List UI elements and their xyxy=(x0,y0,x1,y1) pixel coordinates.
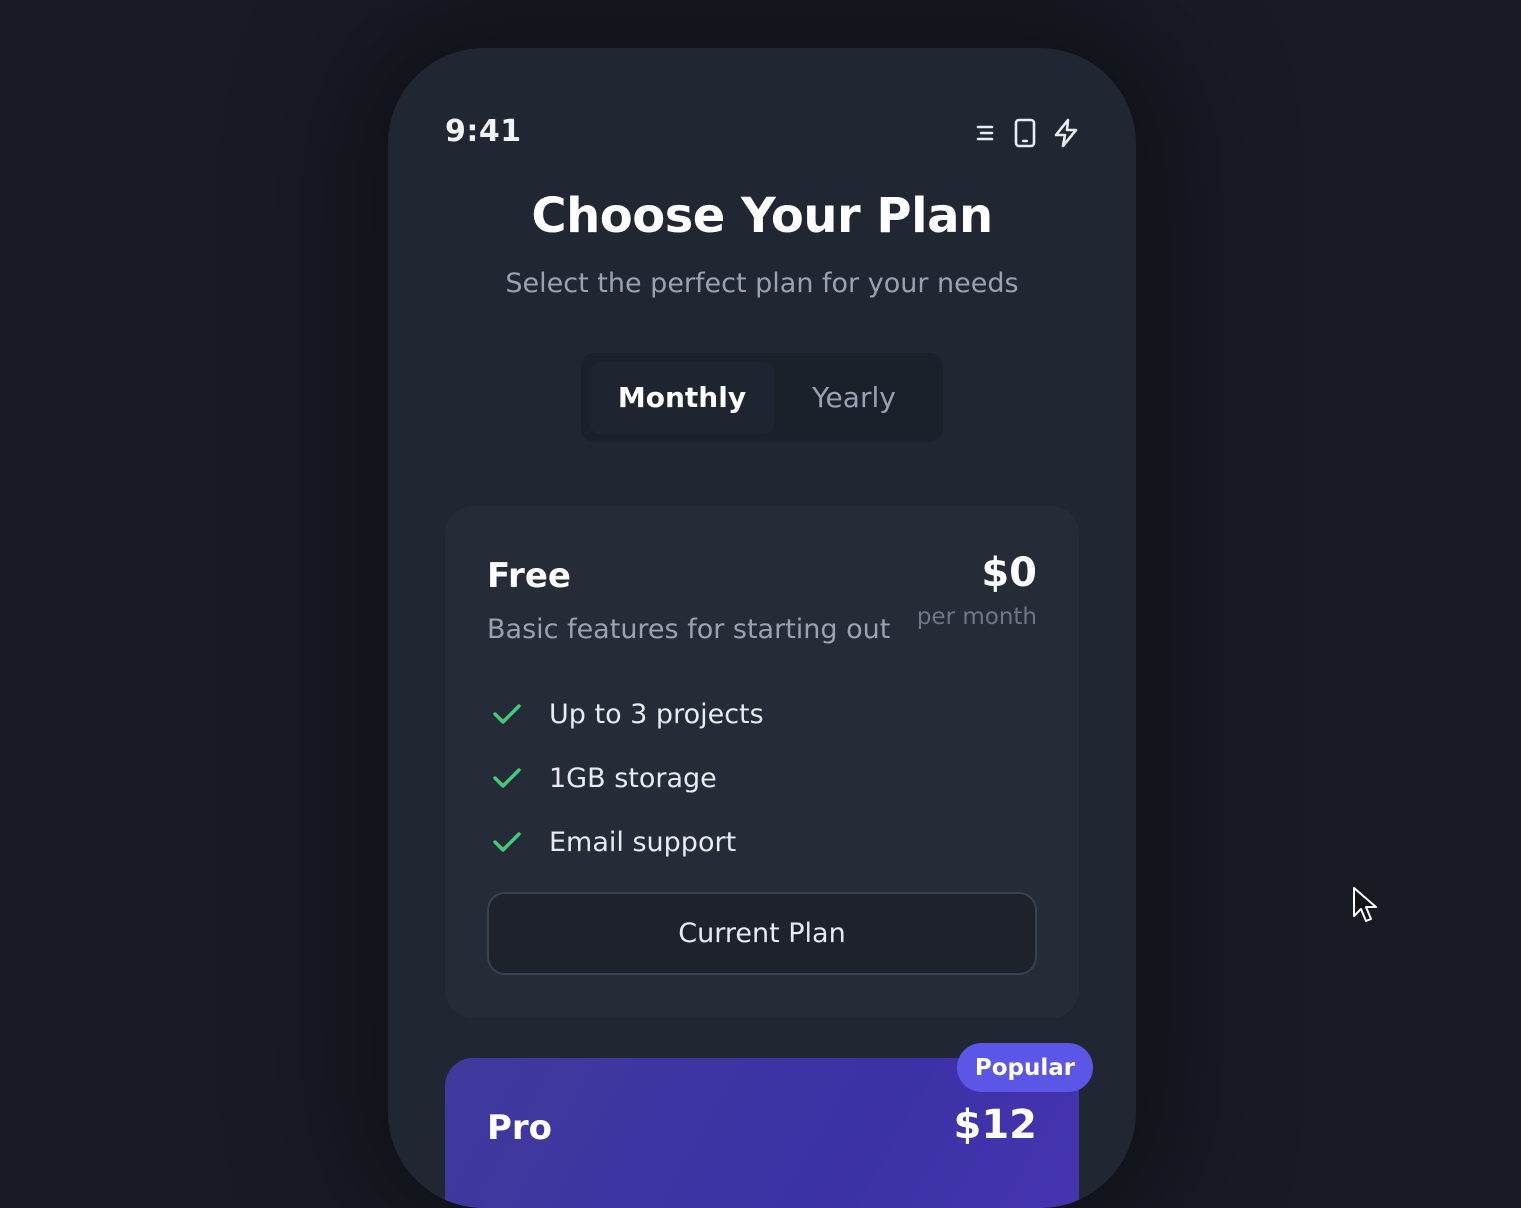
phone-frame: 9:41 Choose Your Plan Select the perfect… xyxy=(388,48,1136,1208)
check-icon xyxy=(487,758,527,798)
check-icon xyxy=(487,822,527,862)
phone-icon xyxy=(1012,118,1038,148)
list-item: Up to 3 projects xyxy=(487,682,764,746)
toggle-monthly[interactable]: Monthly xyxy=(589,361,775,434)
toggle-yearly[interactable]: Yearly xyxy=(775,362,933,434)
list-item: 1GB storage xyxy=(487,746,764,810)
feature-label: Up to 3 projects xyxy=(549,698,764,730)
feature-list: Up to 3 projects 1GB storage Email suppo… xyxy=(487,682,764,874)
mouse-cursor-icon xyxy=(1352,886,1378,928)
feature-label: Email support xyxy=(549,826,737,858)
current-plan-button[interactable]: Current Plan xyxy=(487,892,1037,975)
status-time: 9:41 xyxy=(445,114,522,149)
lightning-icon xyxy=(1052,118,1080,148)
plan-card-free: Free Basic features for starting out $0 … xyxy=(445,506,1079,1018)
plan-period: per month xyxy=(916,604,1037,630)
list-item: Email support xyxy=(487,810,764,874)
check-icon xyxy=(487,694,527,734)
status-icons xyxy=(972,118,1080,148)
page-title: Choose Your Plan xyxy=(531,188,993,244)
plan-name: Pro xyxy=(487,1108,553,1148)
page-subtitle: Select the perfect plan for your needs xyxy=(505,268,1019,299)
plan-price: $12 xyxy=(953,1102,1038,1148)
plan-description: Basic features for starting out xyxy=(487,614,891,645)
plan-name: Free xyxy=(487,556,571,596)
billing-toggle: Monthly Yearly xyxy=(581,353,943,442)
feature-label: 1GB storage xyxy=(549,762,717,794)
popular-badge: Popular xyxy=(957,1043,1093,1092)
plan-price: $0 xyxy=(981,550,1037,596)
menu-lines-icon xyxy=(972,118,998,148)
